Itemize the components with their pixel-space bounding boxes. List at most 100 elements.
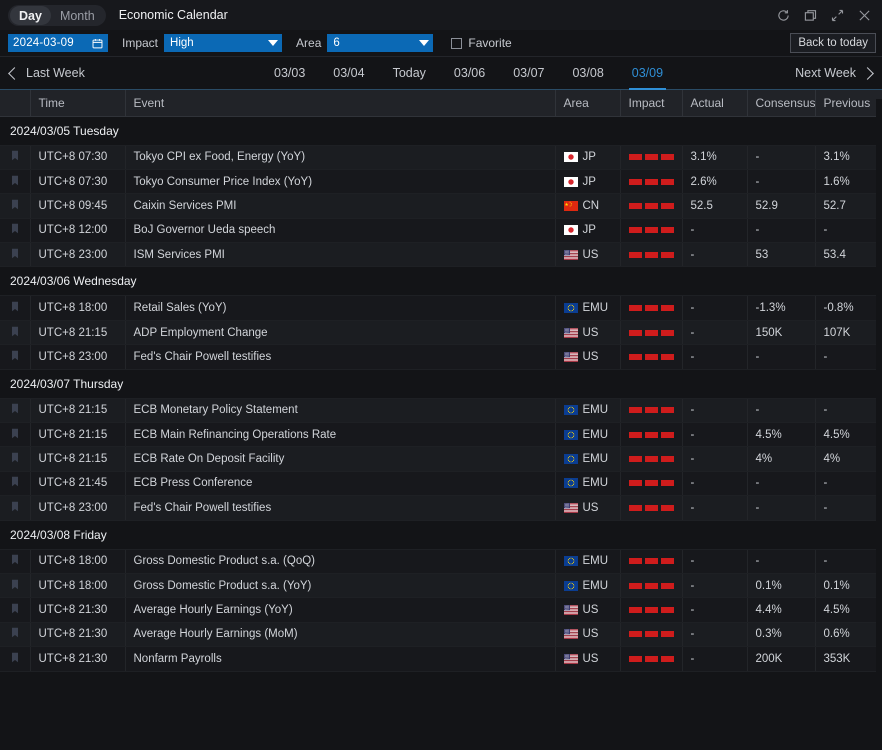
bookmark-cell[interactable]	[0, 622, 30, 646]
impact-select[interactable]: High	[164, 34, 282, 52]
bookmark-cell[interactable]	[0, 496, 30, 520]
day-tab-0307[interactable]: 03/07	[499, 57, 558, 90]
table-row[interactable]: UTC+8 18:00Gross Domestic Product s.a. (…	[0, 549, 882, 573]
cell-event[interactable]: Average Hourly Earnings (YoY)	[125, 598, 555, 622]
column-header-area[interactable]: Area	[555, 90, 620, 116]
view-toggle-day[interactable]: Day	[10, 6, 51, 25]
cell-event[interactable]: ECB Press Conference	[125, 471, 555, 495]
date-picker[interactable]: 2024-03-09	[8, 34, 108, 52]
bookmark-icon[interactable]	[11, 605, 19, 617]
bookmark-cell[interactable]	[0, 549, 30, 573]
favorite-checkbox[interactable]: Favorite	[451, 36, 511, 50]
day-tab-0303[interactable]: 03/03	[260, 57, 319, 90]
table-row[interactable]: UTC+8 23:00ISM Services PMIUS-5353.4	[0, 243, 882, 267]
day-tab-0308[interactable]: 03/08	[558, 57, 617, 90]
column-header-actual[interactable]: Actual	[682, 90, 747, 116]
next-week-button[interactable]: Next Week	[795, 66, 872, 80]
table-row[interactable]: UTC+8 09:45Caixin Services PMICN52.552.9…	[0, 194, 882, 218]
bookmark-cell[interactable]	[0, 471, 30, 495]
bookmark-icon[interactable]	[11, 352, 19, 364]
table-row[interactable]: UTC+8 21:30Nonfarm PayrollsUS-200K353K	[0, 647, 882, 671]
day-tab-today[interactable]: Today	[379, 57, 440, 90]
close-icon[interactable]	[858, 9, 871, 22]
table-row[interactable]: UTC+8 21:30Average Hourly Earnings (YoY)…	[0, 598, 882, 622]
bookmark-icon[interactable]	[11, 328, 19, 340]
bookmark-cell[interactable]	[0, 320, 30, 344]
table-row[interactable]: UTC+8 21:15ADP Employment ChangeUS-150K1…	[0, 320, 882, 344]
refresh-icon[interactable]	[777, 9, 790, 22]
cell-event[interactable]: ADP Employment Change	[125, 320, 555, 344]
table-row[interactable]: UTC+8 21:15ECB Rate On Deposit FacilityE…	[0, 447, 882, 471]
table-row[interactable]: UTC+8 21:15ECB Main Refinancing Operatio…	[0, 423, 882, 447]
bookmark-icon[interactable]	[11, 177, 19, 189]
bookmark-icon[interactable]	[11, 201, 19, 213]
bookmark-cell[interactable]	[0, 398, 30, 422]
bookmark-icon[interactable]	[11, 581, 19, 593]
bookmark-cell[interactable]	[0, 169, 30, 193]
cell-event[interactable]: BoJ Governor Ueda speech	[125, 218, 555, 242]
cell-event[interactable]: Nonfarm Payrolls	[125, 647, 555, 671]
bookmark-icon[interactable]	[11, 503, 19, 515]
table-row[interactable]: UTC+8 18:00Retail Sales (YoY)EMU--1.3%-0…	[0, 296, 882, 320]
bookmark-icon[interactable]	[11, 250, 19, 262]
column-header-event[interactable]: Event	[125, 90, 555, 116]
bookmark-icon[interactable]	[11, 454, 19, 466]
cell-event[interactable]: Tokyo Consumer Price Index (YoY)	[125, 169, 555, 193]
cell-event[interactable]: ECB Rate On Deposit Facility	[125, 447, 555, 471]
day-tab-0304[interactable]: 03/04	[319, 57, 378, 90]
cell-event[interactable]: ECB Main Refinancing Operations Rate	[125, 423, 555, 447]
cell-event[interactable]: Fed's Chair Powell testifies	[125, 345, 555, 369]
bookmark-icon[interactable]	[11, 654, 19, 666]
bookmark-cell[interactable]	[0, 296, 30, 320]
bookmark-icon[interactable]	[11, 556, 19, 568]
bookmark-cell[interactable]	[0, 423, 30, 447]
table-row[interactable]: UTC+8 23:00Fed's Chair Powell testifiesU…	[0, 496, 882, 520]
column-header-previous[interactable]: Previous	[815, 90, 882, 116]
table-row[interactable]: UTC+8 07:30Tokyo Consumer Price Index (Y…	[0, 169, 882, 193]
bookmark-cell[interactable]	[0, 598, 30, 622]
bookmark-icon[interactable]	[11, 303, 19, 315]
cell-event[interactable]: ECB Monetary Policy Statement	[125, 398, 555, 422]
day-tab-0309[interactable]: 03/09	[618, 57, 677, 90]
restore-icon[interactable]	[804, 9, 817, 22]
day-tab-0306[interactable]: 03/06	[440, 57, 499, 90]
cell-event[interactable]: Average Hourly Earnings (MoM)	[125, 622, 555, 646]
bookmark-cell[interactable]	[0, 573, 30, 597]
cell-event[interactable]: Fed's Chair Powell testifies	[125, 496, 555, 520]
bookmark-icon[interactable]	[11, 430, 19, 442]
bookmark-icon[interactable]	[11, 478, 19, 490]
table-row[interactable]: UTC+8 12:00BoJ Governor Ueda speechJP---	[0, 218, 882, 242]
cell-event[interactable]: Retail Sales (YoY)	[125, 296, 555, 320]
column-header-time[interactable]: Time	[30, 90, 125, 116]
bookmark-cell[interactable]	[0, 447, 30, 471]
table-row[interactable]: UTC+8 18:00Gross Domestic Product s.a. (…	[0, 573, 882, 597]
bookmark-cell[interactable]	[0, 243, 30, 267]
bookmark-icon[interactable]	[11, 152, 19, 164]
area-select[interactable]: 6	[327, 34, 433, 52]
table-row[interactable]: UTC+8 07:30Tokyo CPI ex Food, Energy (Yo…	[0, 145, 882, 169]
column-header-impact[interactable]: Impact	[620, 90, 682, 116]
bookmark-cell[interactable]	[0, 647, 30, 671]
cell-event[interactable]: Gross Domestic Product s.a. (YoY)	[125, 573, 555, 597]
bookmark-cell[interactable]	[0, 194, 30, 218]
bookmark-cell[interactable]	[0, 345, 30, 369]
bookmark-icon[interactable]	[11, 629, 19, 641]
cell-event[interactable]: Caixin Services PMI	[125, 194, 555, 218]
last-week-button[interactable]: Last Week	[10, 66, 85, 80]
table-row[interactable]: UTC+8 23:00Fed's Chair Powell testifiesU…	[0, 345, 882, 369]
bookmark-icon[interactable]	[11, 405, 19, 417]
cell-event[interactable]: Gross Domestic Product s.a. (QoQ)	[125, 549, 555, 573]
table-row[interactable]: UTC+8 21:30Average Hourly Earnings (MoM)…	[0, 622, 882, 646]
column-header-consensus[interactable]: Consensus	[747, 90, 815, 116]
expand-icon[interactable]	[831, 9, 844, 22]
view-toggle-month[interactable]: Month	[51, 6, 104, 25]
cell-event[interactable]: ISM Services PMI	[125, 243, 555, 267]
column-header-bookmark[interactable]	[0, 90, 30, 116]
bookmark-cell[interactable]	[0, 218, 30, 242]
cell-event[interactable]: Tokyo CPI ex Food, Energy (YoY)	[125, 145, 555, 169]
vertical-scrollbar[interactable]	[876, 99, 882, 750]
view-mode-toggle[interactable]: Day Month	[8, 5, 106, 26]
bookmark-cell[interactable]	[0, 145, 30, 169]
bookmark-icon[interactable]	[11, 225, 19, 237]
back-to-today-button[interactable]: Back to today	[790, 33, 876, 53]
